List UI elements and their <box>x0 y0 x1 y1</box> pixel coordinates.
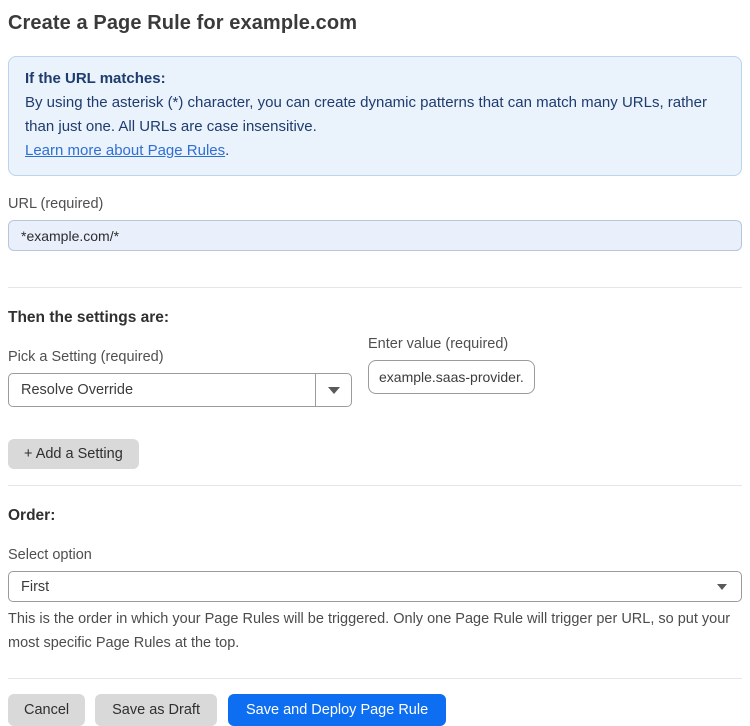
cancel-button[interactable]: Cancel <box>8 694 86 726</box>
learn-more-link[interactable]: Learn more about Page Rules <box>25 142 225 159</box>
order-select-value: First <box>21 578 50 595</box>
order-select[interactable]: First <box>8 571 742 602</box>
url-input[interactable] <box>8 220 742 251</box>
section-divider <box>8 485 742 486</box>
create-page-rule-form: Create a Page Rule for example.com If th… <box>0 0 750 726</box>
url-field-label: URL (required) <box>8 196 104 212</box>
section-divider <box>8 287 742 288</box>
value-field-label: Enter value (required) <box>368 336 509 352</box>
url-match-info-box: If the URL matches: By using the asteris… <box>8 56 742 176</box>
add-setting-button[interactable]: + Add a Setting <box>8 439 139 469</box>
order-section-heading: Order: <box>8 507 56 524</box>
save-deploy-button[interactable]: Save and Deploy Page Rule <box>227 694 447 726</box>
settings-section-heading: Then the settings are: <box>8 309 170 326</box>
info-box-body: By using the asterisk (*) character, you… <box>25 91 725 139</box>
info-box-body-text: By using the asterisk (*) character, you… <box>25 94 707 135</box>
setting-column: Pick a Setting (required) Resolve Overri… <box>8 329 352 407</box>
save-draft-button[interactable]: Save as Draft <box>95 694 217 726</box>
setting-select-value: Resolve Override <box>21 382 134 398</box>
setting-select-caret-cell[interactable] <box>315 374 351 406</box>
page-title: Create a Page Rule for example.com <box>8 12 358 34</box>
link-suffix: . <box>225 142 230 159</box>
order-help-text: This is the order in which your Page Rul… <box>8 611 731 651</box>
setting-select[interactable]: Resolve Override <box>8 373 352 407</box>
chevron-down-icon <box>327 386 340 394</box>
setting-value-input[interactable] <box>368 360 535 394</box>
info-box-heading: If the URL matches: <box>25 70 166 87</box>
value-column: Enter value (required) <box>368 329 535 394</box>
setting-select-label: Pick a Setting (required) <box>8 349 164 365</box>
info-box-link-line: Learn more about Page Rules. <box>25 139 725 163</box>
footer-divider <box>8 678 742 679</box>
settings-row: Pick a Setting (required) Resolve Overri… <box>8 329 742 407</box>
order-select-label: Select option <box>8 547 92 563</box>
footer-actions: Cancel Save as Draft Save and Deploy Pag… <box>8 694 742 726</box>
chevron-down-icon <box>717 583 727 590</box>
